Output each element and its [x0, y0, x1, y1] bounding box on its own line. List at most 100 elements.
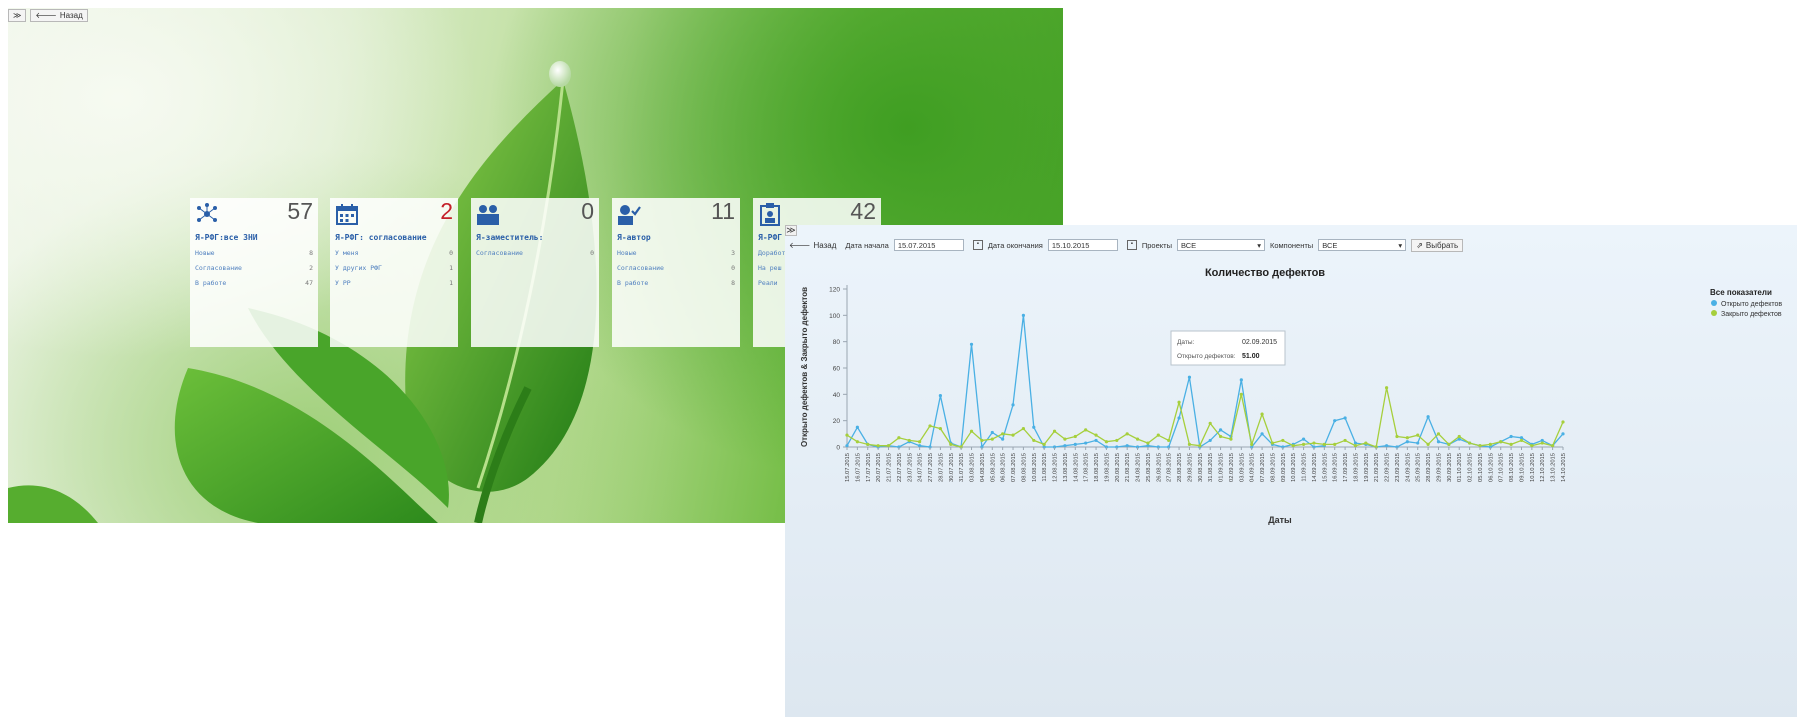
data-point[interactable] — [990, 430, 994, 435]
data-point[interactable] — [1561, 420, 1565, 424]
data-point[interactable] — [1239, 392, 1243, 396]
tile-row[interactable]: Согласование 2 — [195, 264, 313, 272]
data-point[interactable] — [1333, 442, 1337, 446]
data-point[interactable] — [928, 424, 932, 428]
data-point[interactable] — [1011, 433, 1015, 437]
data-point[interactable] — [1208, 421, 1212, 425]
data-point[interactable] — [1125, 444, 1129, 448]
data-point[interactable] — [1021, 426, 1026, 431]
data-point[interactable] — [1333, 419, 1337, 423]
data-point[interactable] — [1343, 416, 1347, 420]
data-point[interactable] — [1343, 438, 1347, 443]
data-point[interactable] — [886, 444, 891, 448]
data-point[interactable] — [907, 438, 911, 443]
data-point[interactable] — [1104, 440, 1109, 444]
data-point[interactable] — [1468, 441, 1472, 445]
data-point[interactable] — [1416, 441, 1420, 445]
data-point[interactable] — [1094, 433, 1098, 437]
data-point[interactable] — [1291, 444, 1295, 448]
back-button[interactable]: 🡐 Назад — [785, 239, 840, 252]
data-point[interactable] — [1250, 442, 1254, 446]
data-point[interactable] — [1229, 437, 1233, 441]
data-point[interactable] — [1519, 438, 1524, 443]
tile-row[interactable]: В работе 8 — [617, 279, 735, 287]
data-point[interactable] — [1447, 442, 1451, 446]
data-point[interactable] — [1208, 438, 1212, 443]
expand-button[interactable]: ≫ — [785, 225, 797, 236]
data-point[interactable] — [866, 442, 870, 446]
calendar-icon[interactable]: ▪ — [972, 240, 983, 250]
data-point[interactable] — [1156, 433, 1160, 437]
data-point[interactable] — [1426, 442, 1430, 446]
tile-row[interactable]: У других РФГ 1 — [335, 264, 453, 272]
data-point[interactable] — [1260, 412, 1264, 416]
data-point[interactable] — [855, 425, 859, 429]
data-point[interactable] — [1509, 442, 1513, 446]
end-date-field[interactable]: 15.10.2015 — [1047, 239, 1118, 251]
tile-approval[interactable]: 2 Я-РФГ: согласование У меня 0 У других Р… — [330, 198, 458, 347]
legend-item-opened[interactable]: Открыто дефектов — [1711, 300, 1782, 308]
data-point[interactable] — [1177, 416, 1181, 420]
data-point[interactable] — [990, 437, 994, 441]
tile-row[interactable]: У меня 0 — [335, 249, 453, 257]
data-point[interactable] — [1353, 444, 1358, 448]
data-point[interactable] — [1218, 428, 1223, 432]
tile-row[interactable]: Согласование 0 — [476, 249, 594, 257]
data-point[interactable] — [1239, 378, 1243, 382]
data-point[interactable] — [1478, 444, 1482, 448]
data-point[interactable] — [1457, 434, 1461, 439]
data-point[interactable] — [1561, 432, 1565, 436]
tile-all-requests[interactable]: 57 Я-РФГ:все ЗНИ Новые 8 Согласование 2 В … — [190, 198, 318, 347]
data-point[interactable] — [1384, 386, 1389, 390]
data-point[interactable] — [1187, 375, 1192, 379]
data-point[interactable] — [980, 438, 984, 443]
data-point[interactable] — [969, 429, 974, 433]
expand-button[interactable]: ≫ — [8, 8, 27, 22]
data-point[interactable] — [1540, 441, 1544, 445]
data-point[interactable] — [845, 433, 849, 437]
data-point[interactable] — [845, 444, 849, 448]
data-point[interactable] — [1426, 415, 1430, 419]
data-point[interactable] — [1063, 437, 1067, 441]
data-point[interactable] — [897, 436, 901, 440]
tile-row[interactable]: Новые 8 — [195, 249, 313, 257]
data-point[interactable] — [1187, 442, 1192, 446]
data-point[interactable] — [1167, 438, 1171, 443]
tile-row[interactable]: У РР 1 — [335, 279, 453, 287]
tile-row[interactable]: Новые 3 — [617, 249, 735, 257]
data-point[interactable] — [855, 440, 859, 444]
tile-deputy[interactable]: 0 Я-заместитель: Согласование 0 — [471, 198, 599, 347]
data-point[interactable] — [1073, 434, 1077, 439]
data-point[interactable] — [1530, 444, 1534, 448]
data-point[interactable] — [1001, 432, 1005, 436]
data-point[interactable] — [1436, 432, 1441, 436]
data-point[interactable] — [1301, 442, 1306, 446]
data-point[interactable] — [1198, 444, 1202, 448]
tile-author[interactable]: 11 Я-автор Новые 3 Согласование 0 В работе… — [612, 198, 740, 347]
data-point[interactable] — [1032, 425, 1036, 429]
data-point[interactable] — [1125, 432, 1129, 436]
data-point[interactable] — [1032, 438, 1036, 443]
data-point[interactable] — [918, 444, 922, 448]
data-point[interactable] — [918, 440, 922, 444]
data-point[interactable] — [1395, 434, 1399, 439]
data-point[interactable] — [1146, 441, 1150, 445]
data-point[interactable] — [1270, 441, 1275, 445]
data-point[interactable] — [1364, 441, 1368, 445]
data-point[interactable] — [1063, 444, 1067, 448]
data-point[interactable] — [949, 442, 953, 446]
data-point[interactable] — [1488, 442, 1492, 446]
data-point[interactable] — [1260, 432, 1264, 436]
data-point[interactable] — [1499, 440, 1503, 444]
back-button[interactable]: 🡐 Назад — [30, 8, 88, 22]
select-button[interactable]: ⇗ Выбрать — [1411, 238, 1464, 252]
data-point[interactable] — [1094, 438, 1098, 443]
components-select[interactable]: ВСЕ ▾ — [1318, 239, 1407, 251]
data-point[interactable] — [1001, 437, 1005, 441]
start-date-field[interactable]: 15.07.2015 — [893, 239, 964, 251]
data-point[interactable] — [1405, 440, 1409, 444]
data-point[interactable] — [1084, 428, 1088, 432]
data-point[interactable] — [1281, 438, 1285, 443]
data-point[interactable] — [1218, 434, 1223, 439]
data-point[interactable] — [1301, 437, 1306, 441]
